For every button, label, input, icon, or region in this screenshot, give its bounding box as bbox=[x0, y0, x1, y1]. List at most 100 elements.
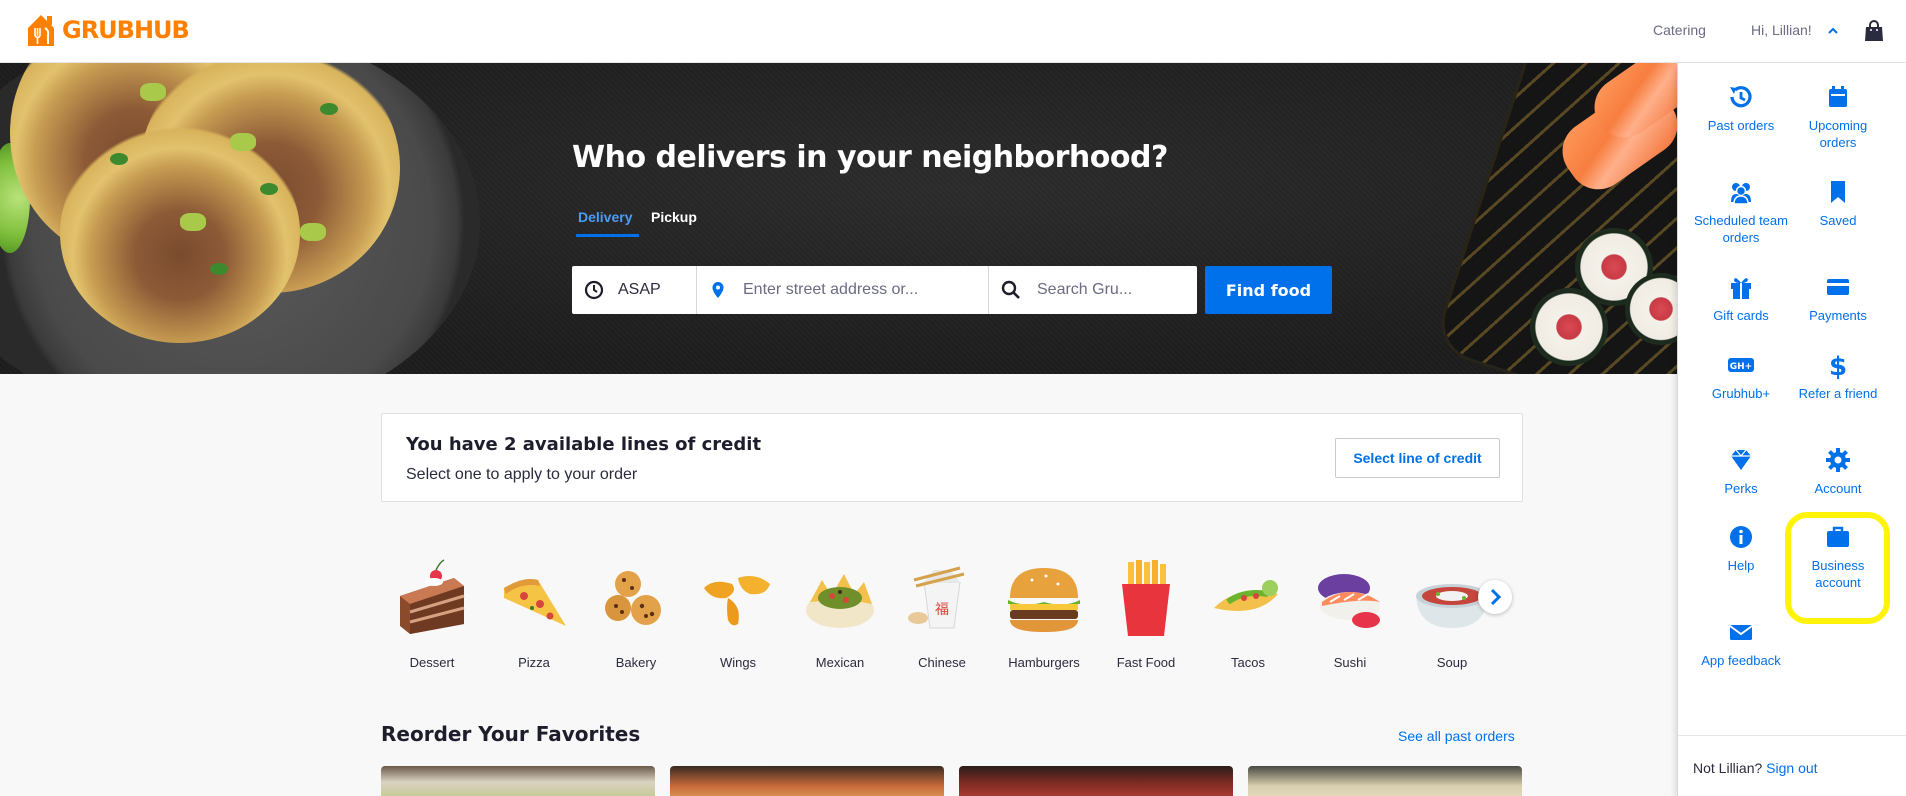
menu-item-app-feedback[interactable]: App feedback bbox=[1693, 618, 1789, 669]
category-label: Chinese bbox=[918, 655, 966, 670]
menu-item-label: Saved bbox=[1819, 213, 1857, 228]
category-label: Fast Food bbox=[1116, 655, 1176, 670]
french-fries-icon bbox=[1122, 560, 1170, 636]
menu-item-grubhub-plus[interactable]: GH+ Grubhub+ bbox=[1693, 351, 1789, 402]
not-user-label: Not Lillian? bbox=[1693, 760, 1763, 776]
category-label: Sushi bbox=[1333, 655, 1367, 670]
tab-delivery[interactable]: Delivery bbox=[578, 209, 632, 225]
cuisine-categories: Dessert Pizza Bakery Wings Mexican 福 Chi… bbox=[381, 558, 1523, 670]
category-pizza[interactable]: Pizza bbox=[483, 558, 585, 670]
envelope-icon bbox=[1729, 625, 1753, 640]
category-sushi[interactable]: Sushi bbox=[1299, 558, 1401, 670]
sign-out-link[interactable]: Sign out bbox=[1766, 760, 1817, 776]
grubhub-logo[interactable]: GRUBHUB bbox=[24, 10, 190, 50]
category-label: Hamburgers bbox=[1008, 655, 1080, 670]
menu-item-label: Scheduled team orders bbox=[1694, 213, 1788, 245]
menu-item-payments[interactable]: Payments bbox=[1790, 273, 1886, 324]
credit-lines-card: You have 2 available lines of credit Sel… bbox=[381, 413, 1523, 502]
dollar-icon: $ bbox=[1829, 352, 1847, 379]
address-field[interactable] bbox=[697, 266, 989, 314]
menu-item-perks[interactable]: Perks bbox=[1693, 446, 1789, 497]
category-soup[interactable]: Soup bbox=[1401, 558, 1503, 670]
menu-item-label: Perks bbox=[1724, 481, 1758, 496]
cake-icon bbox=[400, 559, 465, 634]
category-tacos[interactable]: Tacos bbox=[1197, 558, 1299, 670]
menu-item-help[interactable]: Help bbox=[1693, 523, 1789, 574]
nachos-icon bbox=[806, 574, 874, 628]
menu-item-label: Past orders bbox=[1707, 118, 1775, 133]
history-icon bbox=[1730, 86, 1752, 108]
top-navigation-bar: GRUBHUB Catering Hi, Lillian! bbox=[0, 0, 1906, 63]
past-order-thumbnail[interactable] bbox=[959, 766, 1233, 796]
category-label: Soup bbox=[1436, 655, 1468, 670]
menu-item-label: Business account bbox=[1811, 558, 1865, 590]
hamburger-icon bbox=[1008, 568, 1080, 632]
categories-next-button[interactable] bbox=[1478, 580, 1512, 614]
taco-image bbox=[60, 123, 300, 343]
pizza-icon bbox=[504, 579, 566, 626]
taco-icon bbox=[1214, 580, 1278, 611]
menu-item-account[interactable]: Account bbox=[1790, 446, 1886, 497]
not-user-text: Not Lillian? Sign out bbox=[1693, 760, 1818, 776]
category-mexican[interactable]: Mexican bbox=[789, 558, 891, 670]
category-bakery[interactable]: Bakery bbox=[585, 558, 687, 670]
credit-card-icon bbox=[1827, 279, 1849, 295]
avocado-piece bbox=[180, 213, 206, 231]
delivery-time-value: ASAP bbox=[618, 281, 661, 298]
tab-pickup[interactable]: Pickup bbox=[651, 209, 697, 225]
sushi-icon bbox=[1318, 574, 1380, 628]
sushi-roll-image bbox=[1530, 288, 1608, 366]
past-order-thumbnail[interactable] bbox=[1248, 766, 1522, 796]
delivery-time-selector[interactable]: ASAP bbox=[572, 266, 697, 314]
shopping-bag-icon[interactable] bbox=[1864, 20, 1884, 42]
menu-item-label: Account bbox=[1814, 481, 1862, 496]
see-all-past-orders-link[interactable]: See all past orders bbox=[1398, 728, 1515, 744]
credit-subtitle: Select one to apply to your order bbox=[406, 466, 638, 483]
menu-item-refer-a-friend[interactable]: $ Refer a friend bbox=[1790, 351, 1886, 402]
clock-icon bbox=[584, 280, 604, 300]
select-line-of-credit-button[interactable]: Select line of credit bbox=[1335, 438, 1500, 478]
category-fast-food[interactable]: Fast Food bbox=[1095, 558, 1197, 670]
reorder-favorites-title: Reorder Your Favorites bbox=[381, 722, 641, 746]
info-icon bbox=[1730, 526, 1752, 548]
category-label: Dessert bbox=[409, 655, 455, 670]
menu-item-gift-cards[interactable]: Gift cards bbox=[1693, 273, 1789, 324]
category-wings[interactable]: Wings bbox=[687, 558, 789, 670]
food-search-input[interactable] bbox=[1037, 281, 1187, 299]
location-pin-icon bbox=[712, 282, 724, 298]
account-menu-panel: Past orders Upcoming orders Scheduled te… bbox=[1677, 63, 1906, 796]
category-dessert[interactable]: Dessert bbox=[381, 558, 483, 670]
menu-item-label: Gift cards bbox=[1713, 308, 1769, 323]
svg-text:$: $ bbox=[1829, 352, 1847, 379]
chevron-right-icon bbox=[1490, 588, 1502, 606]
cilantro-piece bbox=[260, 183, 278, 195]
logo-text: GRUBHUB bbox=[62, 16, 190, 44]
category-hamburgers[interactable]: Hamburgers bbox=[993, 558, 1095, 670]
find-food-button[interactable]: Find food bbox=[1205, 266, 1332, 314]
avocado-piece bbox=[230, 133, 256, 151]
food-search-field[interactable] bbox=[989, 266, 1197, 314]
cilantro-piece bbox=[110, 153, 128, 165]
bookmark-icon bbox=[1831, 181, 1845, 203]
gear-icon bbox=[1826, 448, 1850, 472]
address-input[interactable] bbox=[743, 281, 943, 299]
past-order-thumbnail[interactable] bbox=[381, 766, 655, 796]
menu-item-upcoming-orders[interactable]: Upcoming orders bbox=[1790, 83, 1886, 151]
catering-link[interactable]: Catering bbox=[1653, 22, 1706, 38]
menu-item-scheduled-team-orders[interactable]: Scheduled team orders bbox=[1693, 178, 1789, 246]
menu-item-label: Help bbox=[1727, 558, 1755, 573]
menu-item-business-account[interactable]: Business account bbox=[1790, 523, 1886, 591]
chevron-up-icon[interactable] bbox=[1826, 24, 1840, 38]
past-order-thumbnail[interactable] bbox=[670, 766, 944, 796]
user-greeting[interactable]: Hi, Lillian! bbox=[1751, 22, 1812, 38]
menu-item-label: App feedback bbox=[1701, 653, 1781, 668]
menu-item-past-orders[interactable]: Past orders bbox=[1693, 83, 1789, 134]
avocado-piece bbox=[300, 223, 326, 241]
category-label: Pizza bbox=[518, 655, 550, 670]
page: GRUBHUB Catering Hi, Lillian! Who delive… bbox=[0, 0, 1906, 796]
category-chinese[interactable]: 福 Chinese bbox=[891, 558, 993, 670]
menu-item-saved[interactable]: Saved bbox=[1790, 178, 1886, 229]
grubhub-logo-icon bbox=[28, 15, 54, 46]
grubhub-plus-icon: GH+ bbox=[1728, 358, 1754, 372]
active-tab-indicator bbox=[576, 234, 639, 237]
